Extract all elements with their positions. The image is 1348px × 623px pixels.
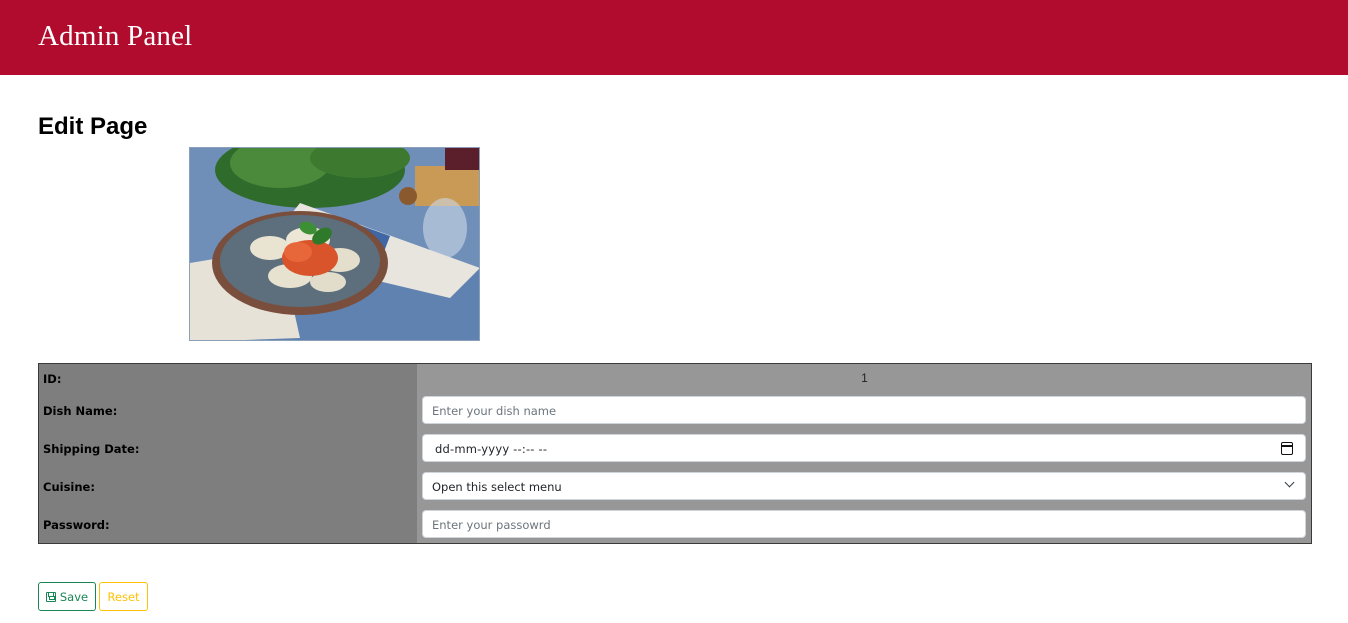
brand-title[interactable]: Admin Panel	[38, 20, 192, 53]
password-input[interactable]: Enter your passowrd	[422, 510, 1306, 538]
id-label: ID:	[43, 372, 62, 386]
reset-label: Reset	[107, 589, 140, 604]
password-label: Password:	[43, 518, 110, 532]
top-navbar: Admin Panel	[0, 0, 1348, 75]
floppy-disk-icon	[45, 591, 56, 602]
dish-name-input[interactable]: Enter your dish name	[422, 396, 1306, 424]
save-button[interactable]: Save	[38, 582, 96, 611]
save-label: Save	[59, 589, 89, 604]
dish-photo-graphic	[190, 148, 479, 340]
dish-name-label: Dish Name:	[43, 404, 118, 418]
cuisine-selected-value: Open this select menu	[432, 480, 562, 494]
password-placeholder: Enter your passowrd	[432, 518, 551, 532]
shipping-date-value: dd-mm-yyyy --:-- --	[435, 442, 548, 456]
dish-name-placeholder: Enter your dish name	[432, 404, 557, 418]
dish-image	[189, 147, 480, 341]
id-value: 1	[861, 371, 868, 385]
chevron-down-icon	[1284, 477, 1295, 488]
page-title: Edit Page	[38, 113, 148, 140]
edit-form-table: ID: 1 Dish Name: Enter your dish name Sh…	[38, 363, 1312, 544]
shipping-date-label: Shipping Date:	[43, 442, 140, 456]
calendar-icon[interactable]	[1281, 442, 1293, 455]
reset-button[interactable]: Reset	[99, 582, 148, 611]
shipping-date-input[interactable]: dd-mm-yyyy --:-- --	[422, 434, 1306, 462]
cuisine-label: Cuisine:	[43, 480, 95, 494]
cuisine-select[interactable]: Open this select menu	[422, 472, 1306, 500]
